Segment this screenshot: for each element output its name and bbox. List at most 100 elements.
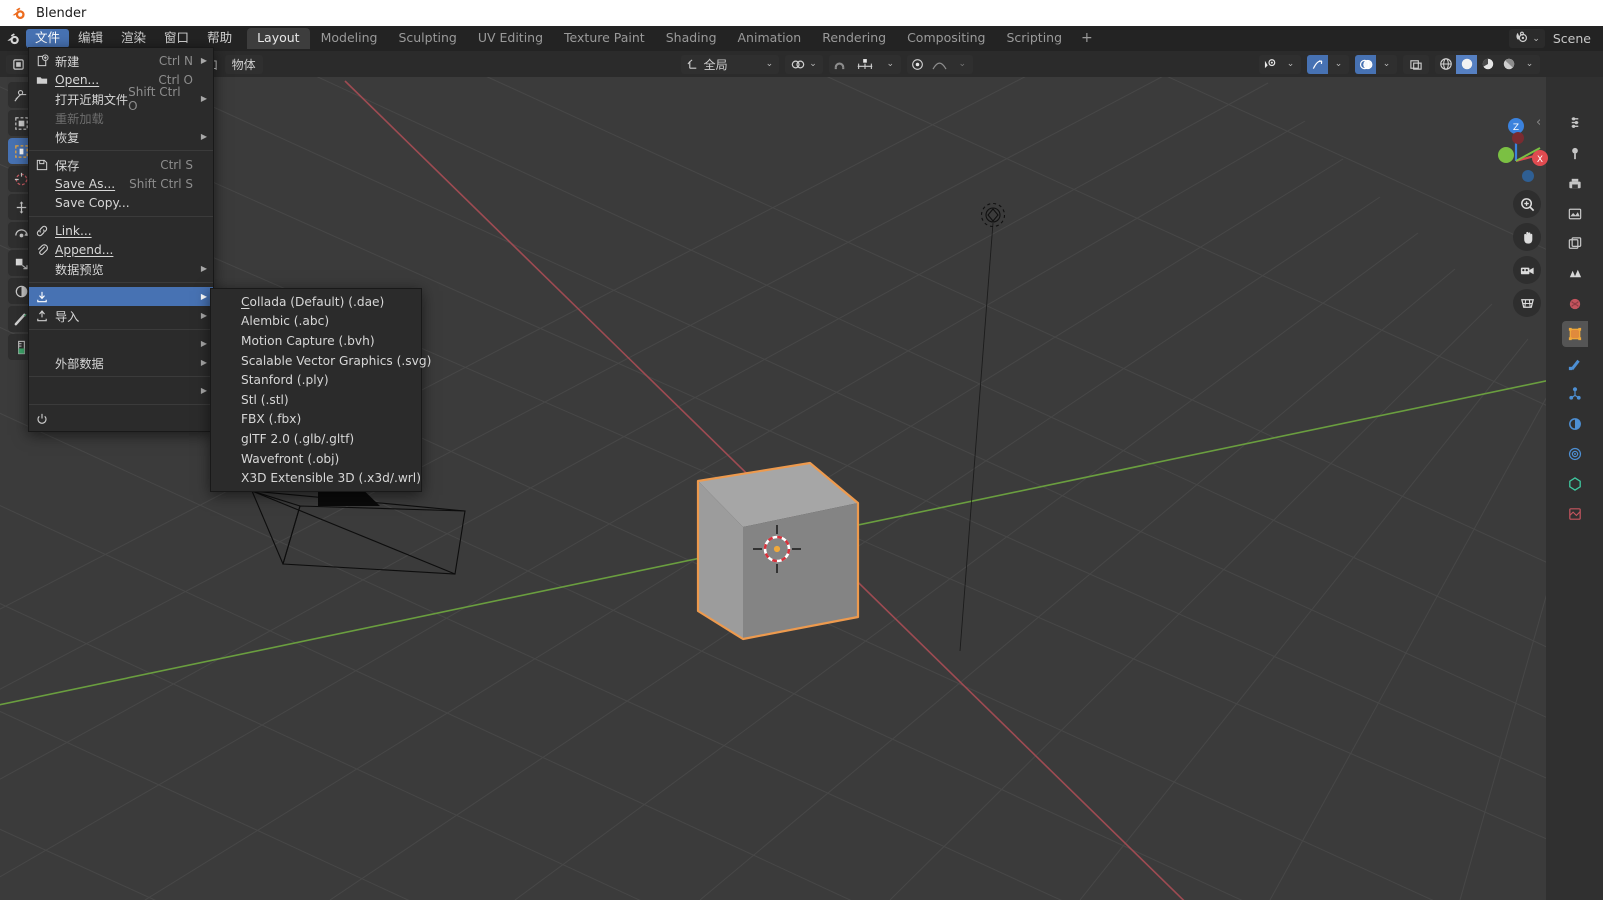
- import-submenu[interactable]: Collada (Default) (.dae) Alembic (.abc) …: [210, 288, 431, 492]
- snap-increment-icon[interactable]: [850, 55, 880, 74]
- material-props-icon[interactable]: [1562, 471, 1588, 497]
- tool-props-icon[interactable]: [1562, 111, 1588, 137]
- wireframe-icon[interactable]: [1435, 55, 1456, 74]
- view-layer-props-icon[interactable]: [1562, 201, 1588, 227]
- constraint-props-icon[interactable]: [1562, 411, 1588, 437]
- import-item-label: Stl (.stl): [241, 392, 289, 407]
- menu-item-save[interactable]: 保存 Ctrl S: [29, 155, 213, 174]
- render-props-icon[interactable]: [1562, 141, 1588, 167]
- tab-compositing[interactable]: Compositing: [897, 28, 995, 50]
- tab-layout[interactable]: Layout: [247, 27, 310, 50]
- menu-item-append[interactable]: Append...: [29, 240, 213, 259]
- import-item-x3d[interactable]: X3D Extensible 3D (.x3d/.wrl): [211, 468, 421, 488]
- overlays-group[interactable]: ⌄: [1355, 54, 1397, 74]
- zoom-icon[interactable]: [1513, 190, 1541, 218]
- menu-item-new[interactable]: 新建 Ctrl N ▶: [29, 51, 213, 70]
- menu-item-save-copy[interactable]: Save Copy...: [29, 193, 213, 212]
- menu-item-defaults[interactable]: ▶: [29, 381, 213, 400]
- chevron-down-icon[interactable]: ⌄: [1328, 55, 1349, 74]
- tab-animation[interactable]: Animation: [728, 28, 812, 50]
- menu-item-open-recent[interactable]: 打开近期文件 Shift Ctrl O ▶: [29, 85, 213, 113]
- import-item-collada[interactable]: Collada (Default) (.dae): [211, 292, 421, 312]
- tab-sculpting[interactable]: Sculpting: [388, 28, 466, 50]
- menu-item-label: 恢复: [55, 130, 80, 145]
- menu-item-import[interactable]: ▶: [29, 287, 213, 306]
- tab-rendering[interactable]: Rendering: [812, 28, 896, 50]
- menu-root-render[interactable]: 渲染: [112, 29, 155, 49]
- transform-orientation-dropdown[interactable]: 全局 ⌄: [680, 54, 780, 74]
- menu-item-link[interactable]: Link...: [29, 221, 213, 240]
- tab-texture-paint[interactable]: Texture Paint: [554, 28, 655, 50]
- object-data-props-icon[interactable]: [1562, 441, 1588, 467]
- menu-item-export[interactable]: 导入 ▶: [29, 306, 213, 325]
- scene-name-label[interactable]: Scene: [1545, 31, 1599, 46]
- shading-mode-group[interactable]: ⌄: [1435, 54, 1540, 74]
- chevron-down-icon[interactable]: ⌄: [1519, 55, 1540, 74]
- magnet-group[interactable]: ⌄: [828, 54, 901, 74]
- menu-item-data-previews[interactable]: 数据预览 ▶: [29, 259, 213, 278]
- ortho-persp-icon[interactable]: [1513, 289, 1541, 317]
- chevron-down-icon[interactable]: ⌄: [1376, 55, 1397, 74]
- import-item-motion-capture[interactable]: Motion Capture (.bvh): [211, 331, 421, 351]
- menu-item-recover[interactable]: 恢复 ▶: [29, 127, 213, 146]
- snap-toggle[interactable]: ⌄: [785, 54, 823, 74]
- blender-icon[interactable]: [0, 26, 26, 51]
- sidebar-collapse-arrow-icon[interactable]: ‹: [1536, 115, 1541, 130]
- world-props-icon[interactable]: [1562, 261, 1588, 287]
- xray-toggle-icon[interactable]: [1403, 54, 1429, 74]
- chevron-down-icon[interactable]: ⌄: [880, 55, 901, 74]
- scene-selector[interactable]: ⌄: [1509, 29, 1545, 48]
- submenu-arrow-icon: ▶: [200, 311, 207, 320]
- physics-props-icon[interactable]: [1562, 381, 1588, 407]
- tab-shading[interactable]: Shading: [656, 28, 727, 50]
- menu-item-save-as[interactable]: Save As... Shift Ctrl S: [29, 174, 213, 193]
- import-item-gltf[interactable]: glTF 2.0 (.glb/.gltf): [211, 429, 421, 449]
- overlays-icon[interactable]: [1355, 54, 1376, 74]
- tab-uv-editing[interactable]: UV Editing: [468, 28, 553, 50]
- import-item-label-rest: ollada (Default) (.dae): [249, 294, 385, 309]
- menu-item-external-data[interactable]: ▶: [29, 334, 213, 353]
- menu-root-help[interactable]: 帮助: [198, 29, 241, 49]
- import-item-svg[interactable]: Scalable Vector Graphics (.svg): [211, 351, 431, 371]
- menu-root-edit[interactable]: 编辑: [69, 29, 112, 49]
- menu-item-shortcut: Shift Ctrl S: [129, 176, 193, 191]
- menu-item-clean-up[interactable]: 外部数据 ▶: [29, 353, 213, 372]
- import-item-wavefront-obj[interactable]: Wavefront (.obj): [211, 449, 421, 469]
- eye-dropdown-icon[interactable]: [1259, 55, 1280, 74]
- modifier-props-icon[interactable]: [1562, 351, 1588, 377]
- import-item-alembic[interactable]: Alembic (.abc): [211, 312, 421, 332]
- material-preview-icon[interactable]: [1477, 55, 1498, 74]
- proportional-edit-icon[interactable]: [907, 55, 928, 74]
- rendered-icon[interactable]: [1498, 55, 1519, 74]
- menu-separator: [29, 216, 213, 217]
- file-menu-dropdown[interactable]: 新建 Ctrl N ▶ Open... Ctrl O 打开近期文件 Shift …: [28, 47, 214, 432]
- properties-header: [1546, 51, 1603, 77]
- falloff-smooth-icon[interactable]: [928, 55, 952, 74]
- add-workspace-button[interactable]: +: [1073, 29, 1101, 49]
- chevron-down-icon[interactable]: ⌄: [1280, 55, 1301, 74]
- menu-item-quit[interactable]: [29, 409, 213, 428]
- magnet-icon[interactable]: [829, 55, 850, 74]
- texture-props-icon[interactable]: [1562, 501, 1588, 527]
- visibility-group[interactable]: ⌄: [1259, 54, 1301, 74]
- tab-modeling[interactable]: Modeling: [311, 28, 388, 50]
- import-item-stl[interactable]: Stl (.stl): [211, 390, 421, 410]
- scene-props-icon[interactable]: [1562, 231, 1588, 257]
- tab-scripting[interactable]: Scripting: [996, 28, 1072, 50]
- solid-icon[interactable]: [1456, 54, 1477, 74]
- output-props-icon[interactable]: [1562, 171, 1588, 197]
- export-icon: [29, 309, 55, 323]
- import-item-fbx[interactable]: FBX (.fbx): [211, 410, 421, 430]
- chevron-down-icon[interactable]: ⌄: [952, 55, 973, 74]
- gizmo-icon[interactable]: [1307, 54, 1328, 74]
- particle-props-icon[interactable]: [1562, 291, 1588, 317]
- object-props-icon[interactable]: [1561, 321, 1588, 347]
- menu-root-window[interactable]: 窗口: [155, 29, 198, 49]
- proportional-editing-group[interactable]: ⌄: [906, 54, 973, 74]
- camera-view-icon[interactable]: [1513, 256, 1541, 284]
- menu-root-file[interactable]: 文件: [26, 28, 70, 49]
- hand-pan-icon[interactable]: [1513, 223, 1541, 251]
- viewport-menu-object[interactable]: 物体: [224, 54, 263, 74]
- import-item-stanford-ply[interactable]: Stanford (.ply): [211, 370, 421, 390]
- gizmo-group[interactable]: ⌄: [1307, 54, 1349, 74]
